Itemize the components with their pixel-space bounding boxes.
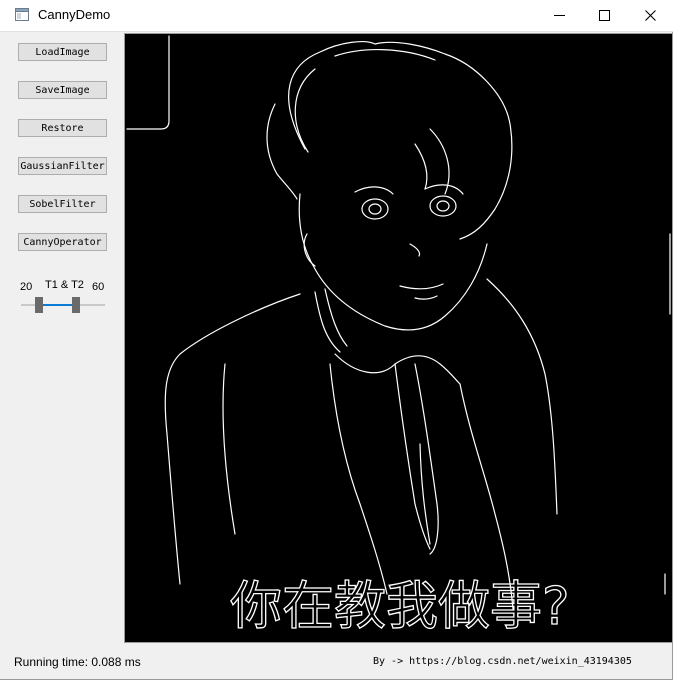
- maximize-button[interactable]: [581, 0, 627, 31]
- image-caption: 你在教我做事?: [230, 577, 570, 637]
- edge-drawing: 你在教我做事?: [126, 35, 671, 638]
- gaussian-filter-button[interactable]: GaussianFilter: [18, 157, 107, 175]
- threshold-low-handle[interactable]: [35, 297, 43, 313]
- canny-edge-image: 你在教我做事?: [124, 33, 673, 643]
- maximize-icon: [598, 10, 610, 21]
- canny-operator-button[interactable]: CannyOperator: [18, 233, 107, 251]
- status-bar: Running time: 0.088 ms By -> https://blo…: [0, 648, 673, 678]
- credit-link[interactable]: By -> https://blog.csdn.net/weixin_43194…: [373, 656, 632, 667]
- sobel-filter-button[interactable]: SobelFilter: [18, 195, 107, 213]
- close-button[interactable]: [627, 0, 673, 31]
- threshold-title: T1 & T2: [45, 279, 84, 291]
- title-bar[interactable]: CannyDemo: [0, 0, 673, 32]
- canny-demo-window: CannyDemo LoadImage SaveImage Restore Ga…: [0, 0, 673, 680]
- restore-button[interactable]: Restore: [18, 119, 107, 137]
- close-icon: [644, 10, 656, 21]
- minimize-button[interactable]: [536, 0, 582, 31]
- save-image-button[interactable]: SaveImage: [18, 81, 107, 99]
- threshold-low-value: 20: [20, 281, 33, 293]
- window-title: CannyDemo: [38, 7, 111, 22]
- load-image-button[interactable]: LoadImage: [18, 43, 107, 61]
- threshold-high-handle[interactable]: [72, 297, 80, 313]
- threshold-high-value: 60: [92, 281, 105, 293]
- running-time-label: Running time: 0.088 ms: [14, 655, 141, 669]
- minimize-icon: [553, 15, 565, 16]
- app-window-icon: [15, 8, 29, 21]
